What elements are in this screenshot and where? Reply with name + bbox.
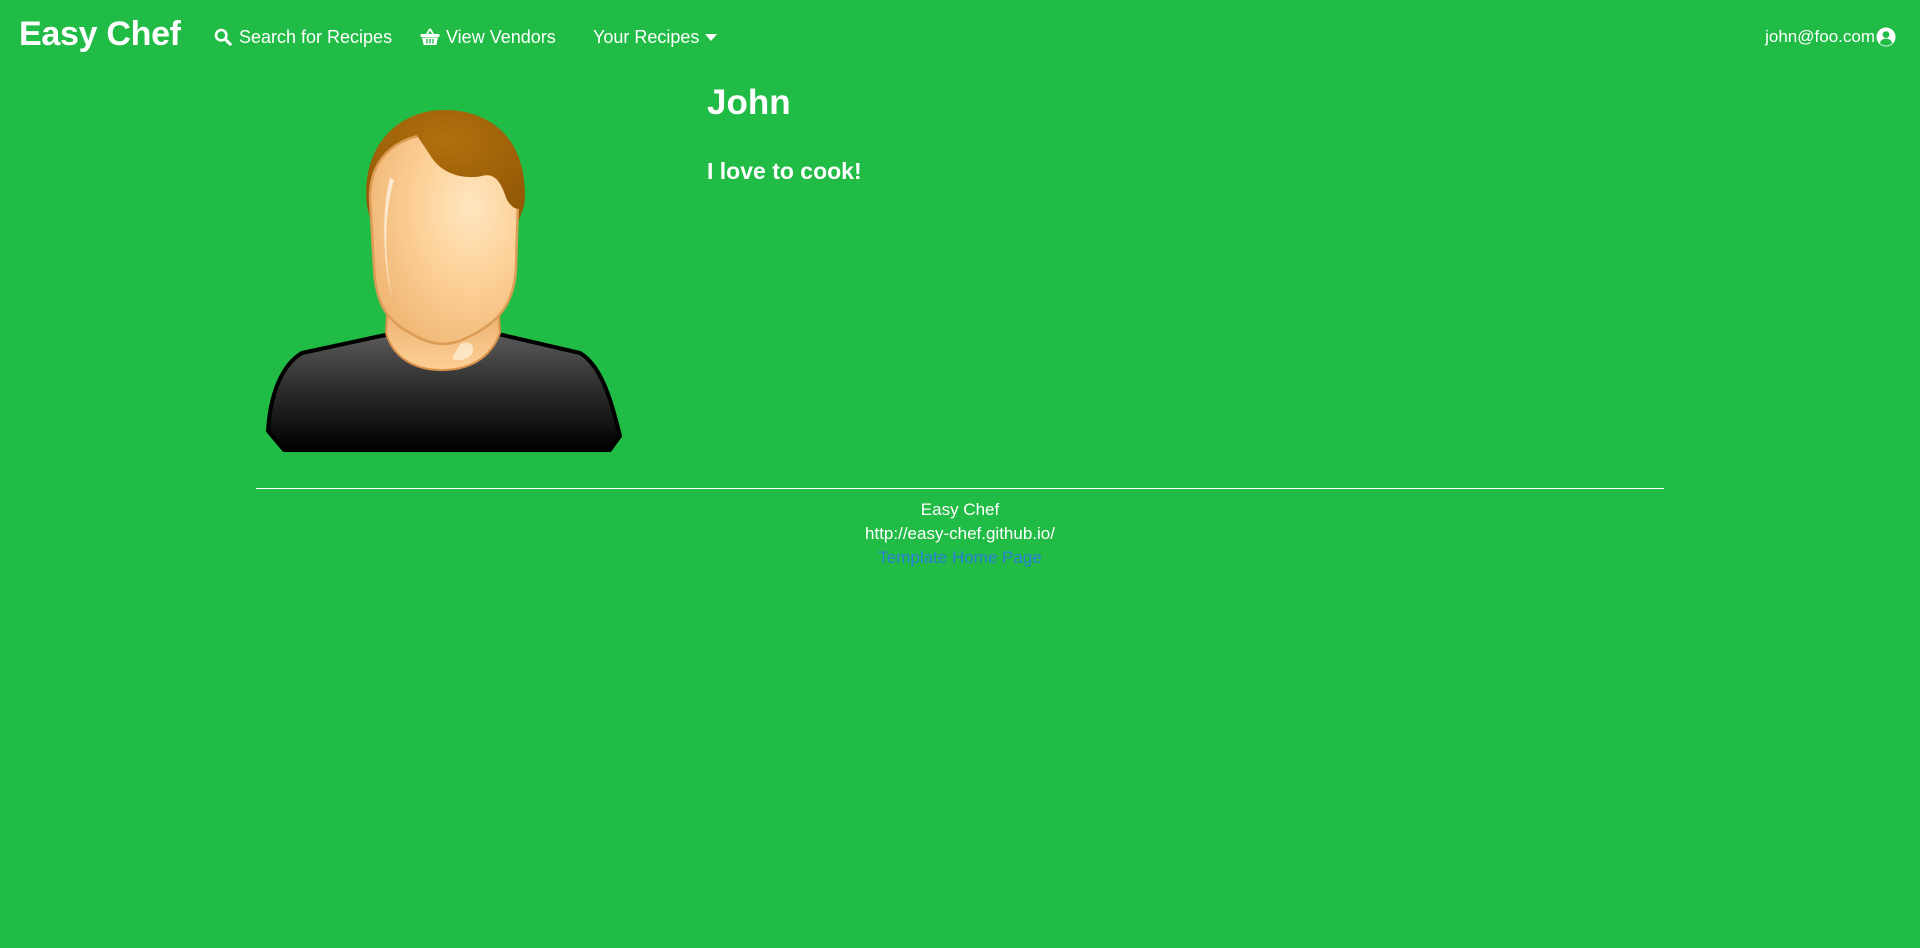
profile-bio: I love to cook!	[707, 158, 862, 184]
page-footer: Easy Chef http://easy-chef.github.io/ Te…	[256, 498, 1664, 570]
profile-avatar-image	[262, 108, 624, 454]
nav-search-recipes-label: Search for Recipes	[239, 26, 393, 47]
nav-view-vendors[interactable]: View Vendors	[420, 24, 556, 50]
profile-name: John	[707, 83, 791, 122]
user-email: john@foo.com	[1765, 27, 1875, 46]
brand-logo-link[interactable]: Easy Chef	[19, 14, 181, 54]
top-navbar: Easy Chef Search for Recipes View Vendor…	[0, 0, 1920, 72]
nav-view-vendors-label: View Vendors	[446, 26, 556, 47]
nav-your-recipes-dropdown[interactable]: Your Recipes	[593, 24, 718, 50]
user-menu[interactable]: john@foo.com	[1765, 24, 1896, 50]
footer-site-name: Easy Chef	[920, 500, 1000, 519]
footer-template-home-link[interactable]: Template Home Page	[256, 546, 1664, 570]
user-circle-icon	[1876, 27, 1896, 47]
basket-icon	[420, 27, 440, 47]
footer-divider	[256, 488, 1664, 489]
caret-down-icon	[705, 33, 718, 41]
footer-site-url: http://easy-chef.github.io/	[865, 524, 1055, 543]
search-icon	[213, 27, 233, 47]
nav-your-recipes-label: Your Recipes	[593, 26, 700, 47]
nav-search-recipes[interactable]: Search for Recipes	[213, 24, 392, 50]
